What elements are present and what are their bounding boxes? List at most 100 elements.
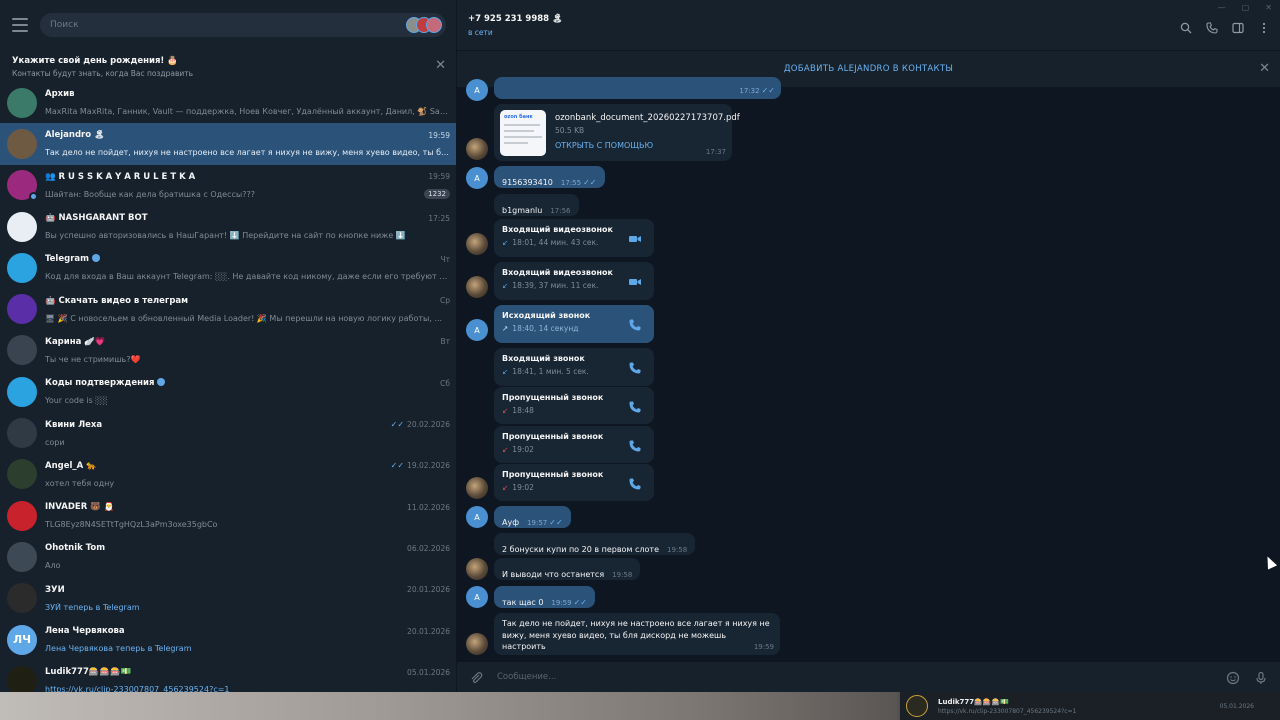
microphone-icon[interactable] [1254,670,1268,684]
avatar[interactable] [466,633,488,655]
chat-item-body: 🤖 NASHGARANT BOT 17:25 Вы успешно авторизо… [45,211,450,242]
close-icon[interactable]: ✕ [435,59,446,72]
chat-list-item[interactable]: 👥 R U S S K A Y A R U L E T K A 19:59 Шайт… [0,165,456,206]
avatar[interactable] [466,558,488,580]
avatar[interactable]: A [466,586,488,608]
phone-icon[interactable] [628,438,642,452]
message-bubble-incoming[interactable]: И выводи что останется 19:58 [494,558,641,580]
verified-icon [157,378,166,387]
maximize-icon[interactable]: ▢ [1242,3,1250,12]
call-message-outgoing[interactable]: Исходящий звонок ↗ 18:40, 14 секунд [494,305,654,343]
chat-preview: 🖥 🎉 С новосельем в обновленный Media Loa… [45,313,443,323]
avatar [7,459,37,490]
call-message[interactable]: Входящий видеозвонок ↙ 18:01, 44 мин. 43 … [494,219,654,257]
phone-icon[interactable] [628,399,642,413]
chat-date-text: 19:59 [428,130,450,140]
video-call-icon[interactable] [628,274,642,288]
pdf-thumbnail[interactable]: ozon банк [500,110,546,156]
sidebar-toggle-icon[interactable] [1232,19,1244,34]
avatar-letter: A [474,173,480,183]
chat-list-item[interactable]: ЗУЙ 20.01.2026 ЗУЙ теперь в Telegram [0,578,456,619]
call-message[interactable]: Входящий видеозвонок ↙ 18:39, 37 мин. 11 … [494,262,654,300]
avatar[interactable]: A [466,79,488,101]
message-bubble-outgoing[interactable]: 9156393410 17:55 ✓✓ [494,166,605,188]
chat-header[interactable]: +7 925 231 9988 🏝 в сети [457,0,1280,50]
outgoing-arrow-icon: ↗ [502,324,509,333]
message-text: b1gmanlu [502,206,543,215]
chat-date: 20.01.2026 [407,585,450,594]
chat-date: 20.01.2026 [407,627,450,636]
phone-icon[interactable] [628,476,642,490]
message-time: 19:58 [667,546,688,554]
avatar[interactable] [466,138,488,160]
missed-arrow-icon: ↙ [502,483,509,492]
chat-list-item[interactable]: Квини Леха ✓✓ 20.02.2026 сори [0,412,456,453]
message-time: 19:59 [753,643,774,651]
chat-list-item[interactable]: Архив MaxRita MaxRita, Ганник, Vault — по… [0,82,456,123]
message-bubble-outgoing[interactable]: Ауф 19:57 ✓✓ [494,506,571,528]
call-message[interactable]: Входящий звонок ↙ 18:41, 1 мин. 5 сек. [494,348,654,386]
message-bubble-incoming[interactable]: Так дело не пойдет, нихуя не настроено в… [494,613,780,655]
file-message[interactable]: ozon банк ozonbank_document_202602271737… [494,104,740,161]
stories-avatars[interactable] [406,17,442,33]
video-call-icon[interactable] [628,231,642,245]
phone-icon[interactable] [628,317,642,331]
notification-title: Ludik777🎰🎰🎰💵 [938,697,1009,706]
avatar [7,376,37,407]
chat-list-item[interactable]: Angel_A 🐆 ✓✓ 19.02.2026 хотел тебя одну [0,454,456,495]
avatar[interactable]: A [466,319,488,341]
chat-list-item[interactable]: Telegram Чт Код для входа в Ваш аккаунт Te… [0,247,456,288]
call-message[interactable]: Пропущенный звонок ↙ 19:02 [494,426,654,463]
message-bubble-incoming[interactable]: 2 бонуски купи по 20 в первом слоте 19:58 [494,533,696,555]
phone-icon[interactable] [628,360,642,374]
chat-name: Коды подтверждения [45,378,166,388]
avatar[interactable] [466,477,488,499]
chat-list-item[interactable]: Карина 🪽💗 Вт Ты че не стримишь?❤️ [0,330,456,371]
close-icon[interactable]: ✕ [1259,62,1270,75]
chat-list-item[interactable]: INVADER 🐻 🎅 11.02.2026 TLG8Eyz8N4SETtTgHQz… [0,495,456,536]
peer-info[interactable]: +7 925 231 9988 🏝 в сети [468,14,563,37]
attach-icon[interactable] [469,670,483,684]
chat-name: Telegram [45,254,100,264]
message-bubble-outgoing[interactable]: 17:32 ✓✓ [494,77,781,99]
hamburger-menu-icon[interactable] [12,18,28,32]
chat-name: Квини Леха [45,420,102,430]
avatar[interactable]: A [466,506,488,528]
chat-name-text: 🤖 NASHGARANT BOT [45,213,148,224]
emoji-icon[interactable] [1226,670,1240,685]
avatar[interactable]: A [466,167,488,189]
search-box[interactable] [40,13,446,37]
avatar[interactable] [466,233,488,255]
add-contact-button[interactable]: ДОБАВИТЬ ALEJANDRO В КОНТАКТЫ [784,64,953,74]
chat-list-item[interactable]: Коды подтверждения Сб Your code is ░░ [0,371,456,412]
message-bubble-outgoing[interactable]: так щас 0 19:59 ✓✓ [494,586,595,608]
phone-icon[interactable] [1206,19,1218,34]
avatar-letter: A [474,325,480,335]
minimize-icon[interactable]: — [1218,3,1226,12]
file-size: 50.5 KB [555,126,585,136]
chat-list-item[interactable]: ЛЧ Лена Червякова 20.01.2026 Лена Червякова… [0,619,456,660]
story-avatar[interactable] [426,17,442,33]
incoming-arrow-icon: ↙ [502,238,509,247]
chat-list-item[interactable]: Alejandro 🏝 19:59 Так дело не пойдет, ниху… [0,123,456,165]
close-window-icon[interactable]: ✕ [1265,3,1272,12]
chat-date-text: Чт [440,254,450,264]
chat-list-item[interactable]: 🤖 Скачать видео в телеграм Ср 🖥 🎉 С новосе… [0,288,456,329]
more-icon[interactable] [1258,19,1270,34]
call-message[interactable]: Пропущенный звонок ↙ 18:48 [494,387,654,424]
search-icon[interactable] [1180,19,1192,34]
call-message[interactable]: Пропущенный звонок ↙ 19:02 [494,464,654,501]
notification-popup[interactable]: Ludik777🎰🎰🎰💵 https://vk.ru/clip-23300780… [900,692,1280,720]
call-title: Пропущенный звонок [502,432,604,441]
message-input[interactable] [497,672,1212,682]
chat-name: ЗУЙ [45,585,65,595]
avatar[interactable] [466,276,488,298]
chat-item-body: Архив MaxRita MaxRita, Ганник, Vault — по… [45,87,450,118]
chat-list-item[interactable]: Ohotnik Tom 06.02.2026 Ало [0,536,456,577]
message-time: 17:32 [739,87,760,95]
search-input[interactable] [50,20,406,30]
call-details: 18:01, 44 мин. 43 сек. [512,238,599,247]
chat-list-item[interactable]: 🤖 NASHGARANT BOT 17:25 Вы успешно авторизо… [0,206,456,247]
message-bubble-incoming[interactable]: b1gmanlu 17:56 [494,194,579,216]
birthday-banner[interactable]: Укажите свой день рождения! 🎂 Контакты б… [0,50,456,82]
